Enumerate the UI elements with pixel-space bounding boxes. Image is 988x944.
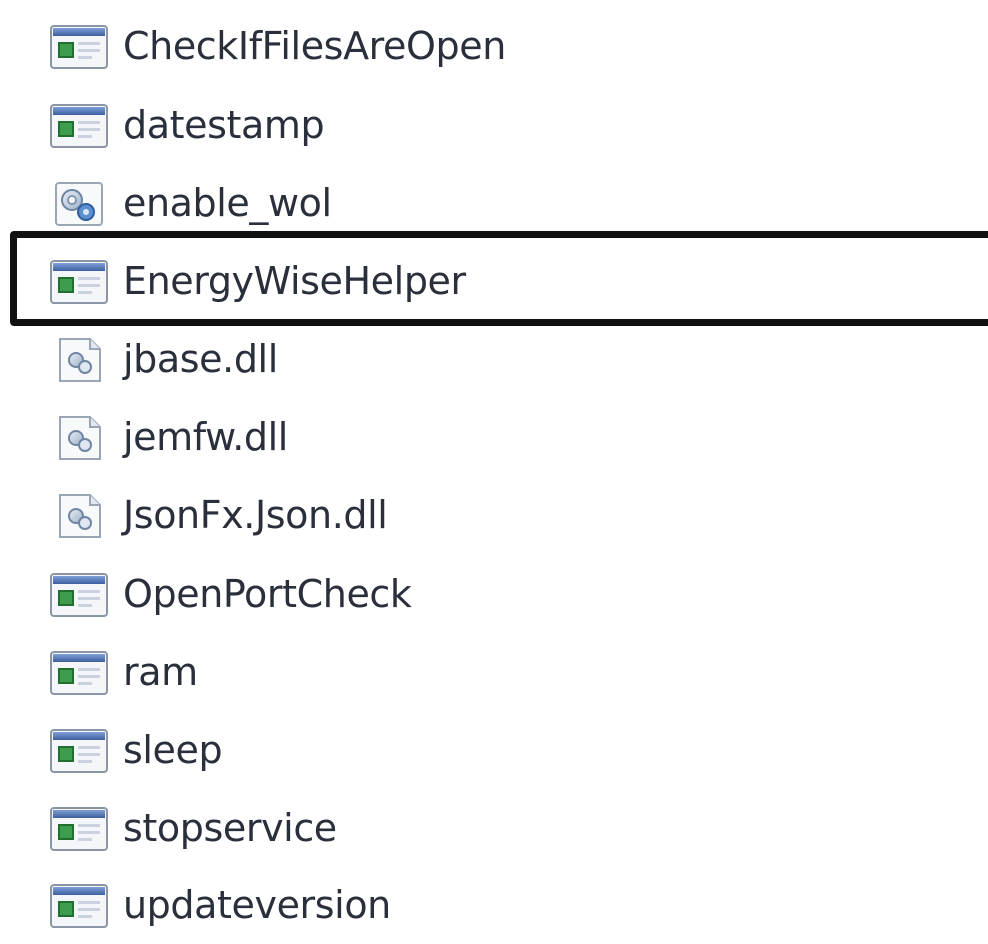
file-name: CheckIfFilesAreOpen: [123, 24, 506, 68]
dll-file-icon: [50, 494, 108, 538]
file-item-sleep[interactable]: sleep: [0, 711, 988, 789]
application-icon: [50, 884, 108, 928]
application-icon: [50, 651, 108, 695]
file-name: jbase.dll: [123, 337, 278, 381]
file-name: enable_wol: [123, 181, 332, 225]
file-item-openportcheck[interactable]: OpenPortCheck: [0, 555, 988, 633]
file-list: CheckIfFilesAreOpen datestamp enable_wol…: [0, 0, 988, 928]
application-icon: [50, 25, 108, 69]
file-item-ram[interactable]: ram: [0, 633, 988, 711]
settings-file-icon: [50, 182, 108, 226]
file-name: ram: [123, 650, 198, 694]
file-name: stopservice: [123, 806, 337, 850]
file-item-datestamp[interactable]: datestamp: [0, 86, 988, 164]
file-item-checkiffilesareopen[interactable]: CheckIfFilesAreOpen: [0, 7, 988, 85]
file-item-updateversion[interactable]: updateversion: [0, 866, 988, 944]
file-name: jemfw.dll: [123, 415, 288, 459]
file-item-jemfw-dll[interactable]: jemfw.dll: [0, 398, 988, 476]
file-item-jbase-dll[interactable]: jbase.dll: [0, 320, 988, 398]
file-name: updateversion: [123, 883, 391, 927]
file-name: JsonFx.Json.dll: [123, 493, 388, 537]
application-icon: [50, 104, 108, 148]
application-icon: [50, 573, 108, 617]
file-name: sleep: [123, 728, 223, 772]
file-item-stopservice[interactable]: stopservice: [0, 789, 988, 867]
file-item-jsonfx-json-dll[interactable]: JsonFx.Json.dll: [0, 476, 988, 554]
dll-file-icon: [50, 338, 108, 382]
file-name: datestamp: [123, 103, 325, 147]
application-icon: [50, 807, 108, 851]
selection-highlight: [10, 231, 988, 326]
file-name: OpenPortCheck: [123, 572, 412, 616]
dll-file-icon: [50, 416, 108, 460]
application-icon: [50, 729, 108, 773]
